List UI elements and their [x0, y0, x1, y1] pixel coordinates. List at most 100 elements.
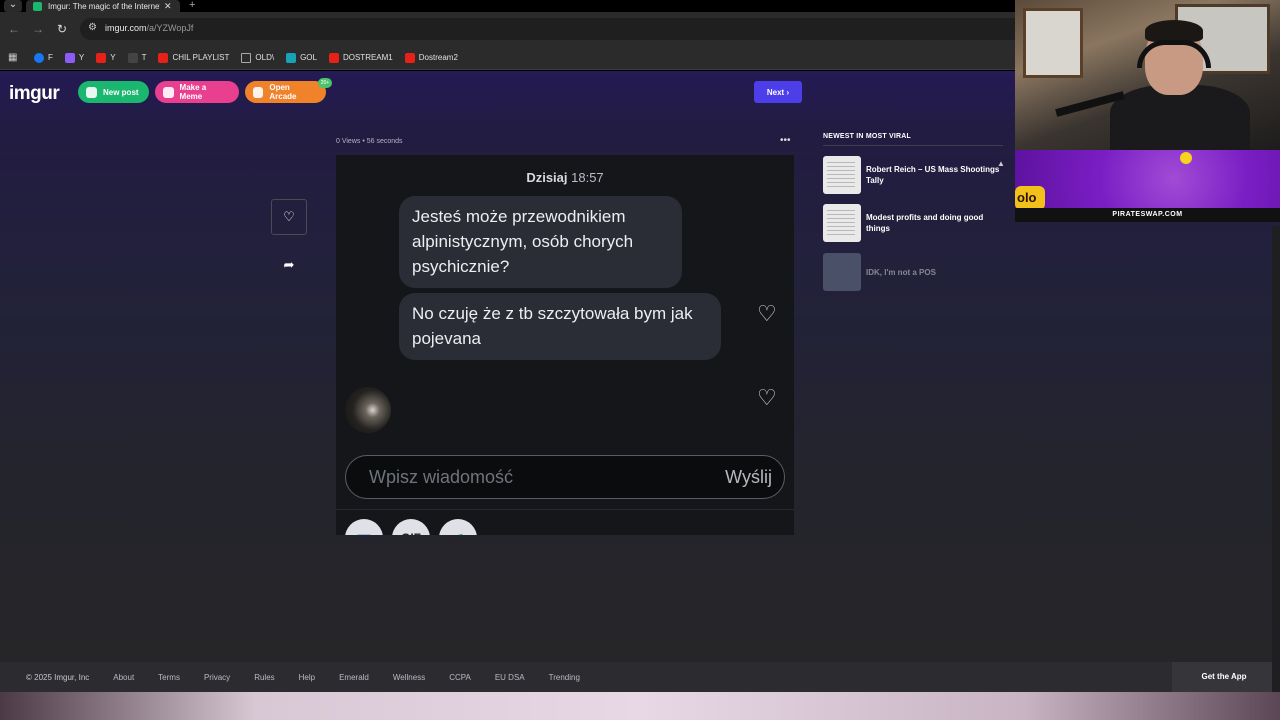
- imgur-logo[interactable]: imgur: [9, 83, 60, 105]
- heart-icon: ♡: [757, 301, 777, 326]
- footer-link-about[interactable]: About: [113, 673, 134, 682]
- divider: [823, 145, 1003, 146]
- person-hair-shape: [1145, 20, 1203, 42]
- chat-bubble: No czuję że z tb szczytowała bym jak poj…: [399, 293, 721, 360]
- meme-icon: [163, 86, 174, 98]
- youtube-icon: [328, 52, 339, 63]
- youtube-icon: [404, 52, 415, 63]
- avatar: [345, 387, 391, 433]
- bookmarks-bar: ▦ F Y Y T CHIL PLAYLIST OLD\ GOL DOSTREA…: [0, 46, 1015, 70]
- address-bar[interactable]: ⚙ imgur.com/a/YZWopJf: [80, 18, 1015, 40]
- youtube-icon: [96, 52, 107, 63]
- bookmark-label: CHIL PLAYLIST: [172, 53, 230, 62]
- footer-link-emerald[interactable]: Emerald: [339, 673, 369, 682]
- forward-arrow-icon[interactable]: →: [30, 21, 46, 37]
- arcade-badge: 20+: [318, 78, 332, 88]
- sponsor-banner: olo PIRATESWAP.COM: [1015, 150, 1280, 222]
- divider: [336, 509, 794, 510]
- chat-date-day: Dzisiaj: [526, 170, 568, 185]
- scrollbar[interactable]: [1272, 226, 1280, 692]
- message-placeholder: Wpisz wiadomość: [369, 467, 514, 487]
- scroll-indicator-icon[interactable]: ▲: [997, 159, 1005, 173]
- bookmark-folder[interactable]: OLD\: [241, 52, 275, 63]
- site-info-icon[interactable]: ⚙: [88, 22, 97, 33]
- youtube-icon: [158, 52, 169, 63]
- bookmark-item[interactable]: F: [34, 52, 53, 63]
- tab-title: Imgur: The magic of the Internet: [48, 1, 160, 11]
- footer-link-eu-dsa[interactable]: EU DSA: [495, 673, 525, 682]
- copyright: © 2025 Imgur, Inc: [26, 672, 90, 682]
- heart-icon: ♡: [757, 385, 777, 410]
- apps-grid-icon[interactable]: ▦: [8, 52, 20, 64]
- sparkle-icon: [1180, 152, 1192, 164]
- bookmark-label: OLD\: [255, 53, 275, 62]
- url-path: /a/YZWopJf: [146, 23, 194, 33]
- make-meme-label: Make a Meme: [179, 83, 207, 101]
- viral-post-title: Modest profits and doing good things: [866, 213, 984, 233]
- bookmark-label: GOL: [300, 53, 317, 62]
- bookmark-item[interactable]: DOSTREAM1: [328, 52, 393, 63]
- background-strip: [0, 692, 1280, 720]
- bookmark-item[interactable]: CHIL PLAYLIST: [158, 52, 230, 63]
- browser-tab-imgur[interactable]: Imgur: The magic of the Internet ✕: [26, 0, 180, 12]
- bookmark-label: Dostream2: [418, 53, 458, 62]
- reload-icon[interactable]: ↻: [54, 21, 70, 37]
- bookmark-item[interactable]: GOL: [286, 52, 317, 63]
- footer-link-rules[interactable]: Rules: [254, 673, 274, 682]
- make-meme-button[interactable]: Make a Meme: [155, 81, 239, 103]
- next-post-button[interactable]: Next ›: [754, 81, 802, 103]
- more-options-icon[interactable]: •••: [780, 135, 791, 146]
- bookmark-item[interactable]: Y: [96, 52, 116, 63]
- screen: ⌄ Imgur: The magic of the Internet ✕ + ←…: [0, 0, 1280, 720]
- like-heart-icon[interactable]: ♡: [271, 199, 307, 235]
- footer-link-trending[interactable]: Trending: [549, 673, 580, 682]
- gamepad-icon: [253, 86, 264, 98]
- x-icon: [127, 52, 138, 63]
- footer-link-ccpa[interactable]: CCPA: [449, 673, 471, 682]
- new-tab-button[interactable]: +: [189, 0, 195, 11]
- banner-logo: olo: [1015, 186, 1045, 210]
- banner-text: PIRATESWAP.COM: [1015, 208, 1280, 222]
- bookmark-label: T: [141, 53, 147, 62]
- chat-date: Dzisiaj 18:57: [336, 170, 794, 185]
- tab-list-dropdown-icon[interactable]: ⌄: [4, 0, 22, 12]
- twitch-icon: [64, 52, 75, 63]
- send-label: Wyślij: [725, 467, 772, 487]
- webcam-overlay: [1015, 0, 1280, 150]
- viral-post-item[interactable]: Modest profits and doing good things: [823, 202, 1003, 244]
- footer-link-wellness[interactable]: Wellness: [393, 673, 425, 682]
- post-thumbnail: [823, 253, 861, 291]
- share-arrow-icon[interactable]: ➦: [279, 255, 299, 275]
- post-image[interactable]: Dzisiaj 18:57 Jesteś może przewodnikiem …: [336, 155, 794, 535]
- viral-post-item[interactable]: IDK, I'm not a POS: [823, 251, 1003, 293]
- open-arcade-button[interactable]: Open Arcade: [245, 81, 326, 103]
- footer-link-terms[interactable]: Terms: [158, 673, 180, 682]
- post-thumbnail: [823, 156, 861, 194]
- plus-icon: [86, 86, 97, 98]
- new-post-label: New post: [103, 87, 139, 97]
- chat-bubble: Jesteś może przewodnikiem alpinistycznym…: [399, 196, 682, 288]
- chevron-right-icon: ›: [786, 87, 790, 97]
- get-the-app-button[interactable]: Get the App: [1172, 662, 1276, 692]
- url-text[interactable]: imgur.com/a/YZWopJf: [105, 23, 193, 33]
- url-host: imgur.com: [105, 23, 147, 33]
- bookmark-item[interactable]: T: [127, 52, 147, 63]
- new-post-button[interactable]: New post: [78, 81, 149, 103]
- bookmark-item[interactable]: Y: [64, 52, 85, 63]
- sidebar-heading: NEWEST IN MOST VIRAL: [823, 133, 911, 140]
- open-arcade-label: Open Arcade: [269, 83, 297, 101]
- message-input: Wpisz wiadomość Wyślij: [345, 455, 785, 499]
- viral-post-item[interactable]: Robert Reich – US Mass Shootings Tally: [823, 154, 1003, 196]
- footer-link-help[interactable]: Help: [299, 673, 315, 682]
- post-meta: 0 Views • 56 seconds: [336, 138, 403, 145]
- bookmark-label: Y: [78, 53, 85, 62]
- next-label: Next: [766, 87, 785, 97]
- back-arrow-icon[interactable]: ←: [6, 21, 22, 37]
- footer-link-privacy[interactable]: Privacy: [204, 673, 230, 682]
- imgur-favicon-icon: [33, 1, 42, 11]
- window-shape: [1023, 8, 1083, 78]
- bookmark-item[interactable]: Dostream2: [404, 52, 458, 63]
- tab-close-icon[interactable]: ✕: [164, 1, 172, 12]
- bookmark-label: F: [48, 53, 53, 62]
- gif-icon: GIF: [392, 519, 430, 535]
